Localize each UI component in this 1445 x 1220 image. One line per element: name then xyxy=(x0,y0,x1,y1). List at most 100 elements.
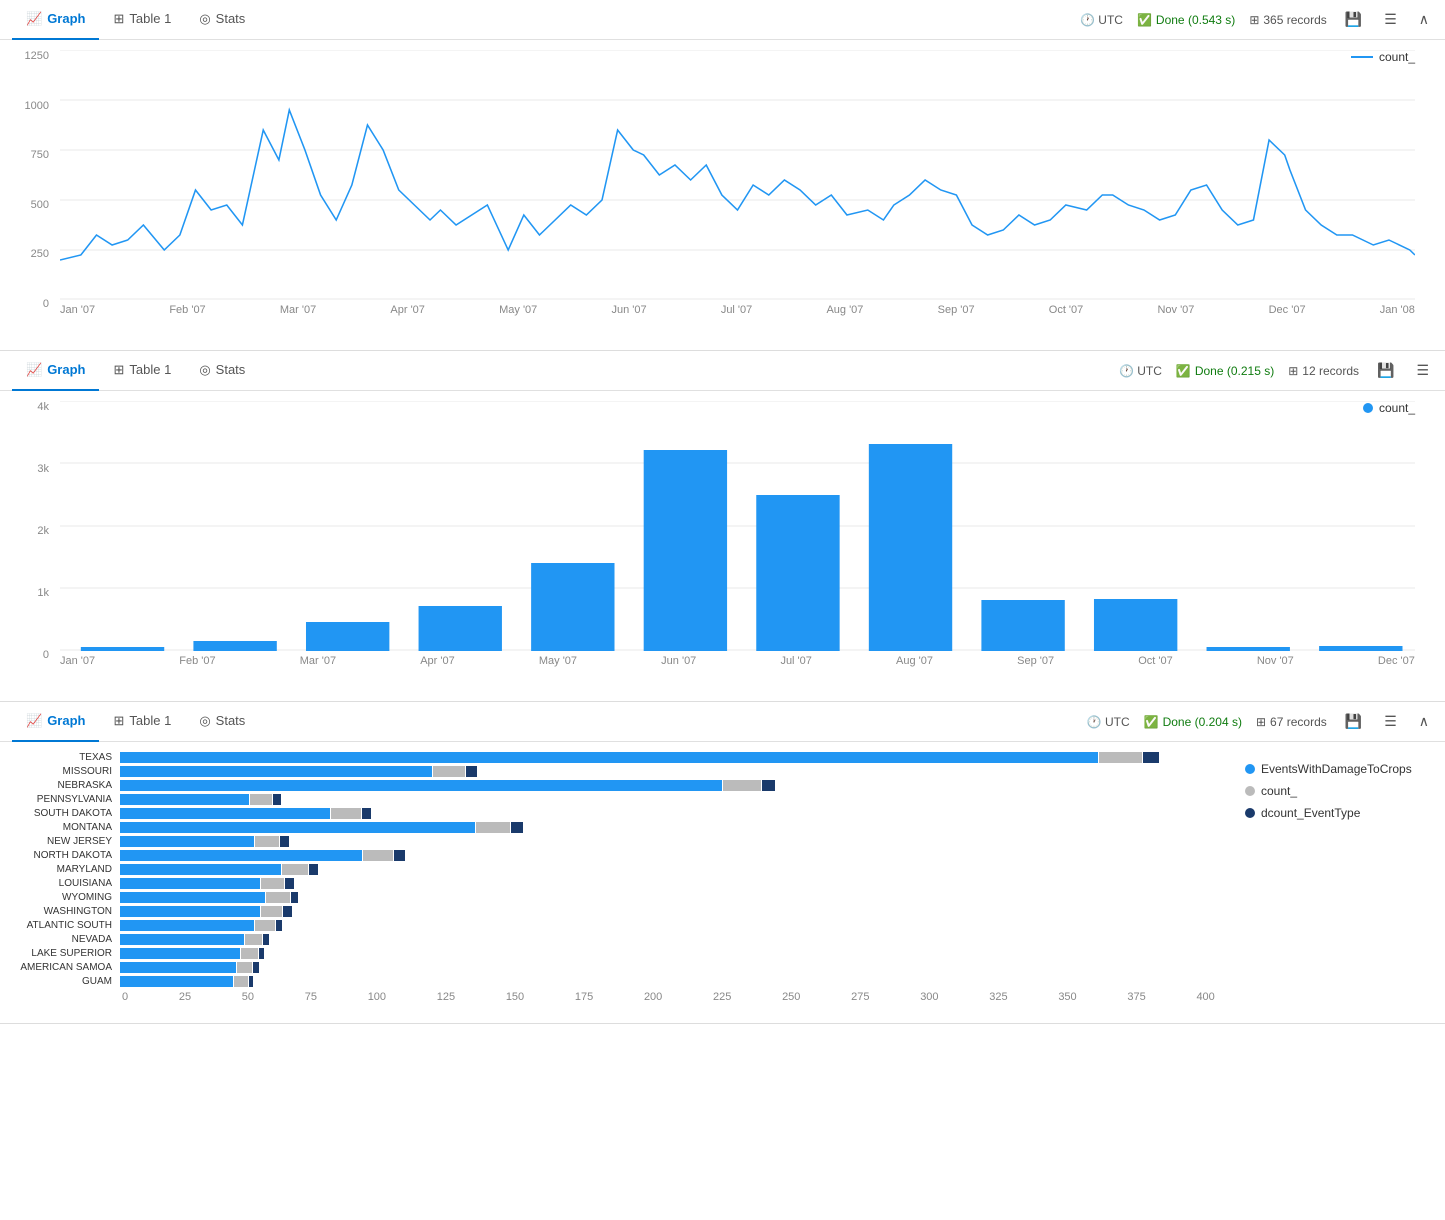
hbar-legend-label-3: dcount_EventType xyxy=(1261,806,1360,820)
panel-2-chart: count_ 0 1k 2k 3k 4k xyxy=(0,391,1445,701)
line-chart-svg-1 xyxy=(60,50,1415,300)
hbar-row: WASHINGTON xyxy=(10,906,1235,917)
panel-1-tabs: 📈 Graph ⊞ Table 1 ◎ Stats xyxy=(12,0,259,40)
hbar-chart-area: TEXAS MISSOURI NEBRASKA PENNSYLVANIA SOUTH D… xyxy=(0,752,1235,1003)
panel-3-header-right: 🕐 UTC ✅ Done (0.204 s) ⊞ 67 records 💾 ☰ … xyxy=(1087,711,1433,732)
legend-dot-2 xyxy=(1363,403,1373,413)
stats-icon-1: ◎ xyxy=(199,11,210,27)
hbar-legend-item-1: EventsWithDamageToCrops xyxy=(1245,762,1445,776)
tab-table-1[interactable]: ⊞ Table 1 xyxy=(99,0,185,40)
hbar-legend-dot-3 xyxy=(1245,808,1255,818)
hbar-row: AMERICAN SAMOA xyxy=(10,962,1235,973)
collapse-1[interactable]: ∧ xyxy=(1415,9,1433,30)
tab-graph-3[interactable]: 📈 Graph xyxy=(12,702,99,742)
tab-stats-3[interactable]: ◎ Stats xyxy=(185,702,259,742)
panel-2-header: 📈 Graph ⊞ Table 1 ◎ Stats 🕐 UTC ✅ Done (… xyxy=(0,351,1445,391)
hbar-row: PENNSYLVANIA xyxy=(10,794,1235,805)
chart-legend-2: count_ xyxy=(1363,401,1415,415)
hbar-row: NEVADA xyxy=(10,934,1235,945)
save-button-3[interactable]: 💾 xyxy=(1341,711,1366,732)
save-button-1[interactable]: 💾 xyxy=(1341,9,1366,30)
hbar-row: SOUTH DAKOTA xyxy=(10,808,1235,819)
view-options-2[interactable]: ☰ xyxy=(1412,360,1433,381)
tab-table-label-2: Table 1 xyxy=(129,362,171,377)
panel-2: 📈 Graph ⊞ Table 1 ◎ Stats 🕐 UTC ✅ Done (… xyxy=(0,351,1445,702)
hbar-row: MISSOURI xyxy=(10,766,1235,777)
tab-stats-label-2: Stats xyxy=(216,362,246,377)
hbar-legend: EventsWithDamageToCrops count_ dcount_Ev… xyxy=(1245,752,1445,1003)
panel-3-tabs: 📈 Graph ⊞ Table 1 ◎ Stats xyxy=(12,702,259,742)
hbar-row: MONTANA xyxy=(10,822,1235,833)
tab-graph-label-1: Graph xyxy=(47,11,85,26)
utc-badge-3: 🕐 UTC xyxy=(1087,715,1130,729)
panel-3: 📈 Graph ⊞ Table 1 ◎ Stats 🕐 UTC ✅ Done (… xyxy=(0,702,1445,1024)
hbar-x-axis: 0 25 50 75 100 125 150 175 200 225 250 2… xyxy=(10,991,1235,1003)
status-badge-3: ✅ Done (0.204 s) xyxy=(1144,715,1242,729)
collapse-3[interactable]: ∧ xyxy=(1415,711,1433,732)
stats-icon-3: ◎ xyxy=(199,713,210,729)
records-badge-1: ⊞ 365 records xyxy=(1249,13,1326,27)
hbar-row: LOUISIANA xyxy=(10,878,1235,889)
graph-icon-1: 📈 xyxy=(26,11,42,27)
hbar-row: NEW JERSEY xyxy=(10,836,1235,847)
tab-table-label-1: Table 1 xyxy=(129,11,171,26)
table-icon-3: ⊞ xyxy=(113,713,124,729)
stats-icon-2: ◎ xyxy=(199,362,210,378)
hbar-legend-dot-1 xyxy=(1245,764,1255,774)
tab-stats-label-3: Stats xyxy=(216,713,246,728)
utc-badge-1: 🕐 UTC xyxy=(1080,13,1123,27)
panel-3-header: 📈 Graph ⊞ Table 1 ◎ Stats 🕐 UTC ✅ Done (… xyxy=(0,702,1445,742)
graph-icon-2: 📈 xyxy=(26,362,42,378)
tab-stats-label-1: Stats xyxy=(216,11,246,26)
hbar-legend-label-1: EventsWithDamageToCrops xyxy=(1261,762,1412,776)
panel-1-header-right: 🕐 UTC ✅ Done (0.543 s) ⊞ 365 records 💾 ☰… xyxy=(1080,9,1433,30)
hbar-legend-dot-2 xyxy=(1245,786,1255,796)
y-axis-2: 0 1k 2k 3k 4k xyxy=(0,401,55,661)
hbar-row: MARYLAND xyxy=(10,864,1235,875)
tab-table-3[interactable]: ⊞ Table 1 xyxy=(99,702,185,742)
tab-table-2[interactable]: ⊞ Table 1 xyxy=(99,351,185,391)
hbar-row: ATLANTIC SOUTH xyxy=(10,920,1235,931)
status-badge-1: ✅ Done (0.543 s) xyxy=(1137,13,1235,27)
panel-1: 📈 Graph ⊞ Table 1 ◎ Stats 🕐 UTC ✅ Done (… xyxy=(0,0,1445,351)
legend-label-1: count_ xyxy=(1379,50,1415,64)
tab-graph-label-3: Graph xyxy=(47,713,85,728)
tab-stats-2[interactable]: ◎ Stats xyxy=(185,351,259,391)
status-badge-2: ✅ Done (0.215 s) xyxy=(1176,364,1274,378)
hbar-row: NEBRASKA xyxy=(10,780,1235,791)
panel-3-chart: TEXAS MISSOURI NEBRASKA PENNSYLVANIA SOUTH D… xyxy=(0,742,1445,1023)
hbar-row: WYOMING xyxy=(10,892,1235,903)
tab-graph-label-2: Graph xyxy=(47,362,85,377)
graph-icon-3: 📈 xyxy=(26,713,42,729)
hbar-legend-item-2: count_ xyxy=(1245,784,1445,798)
legend-label-2: count_ xyxy=(1379,401,1415,415)
tab-graph-1[interactable]: 📈 Graph xyxy=(12,0,99,40)
tab-table-label-3: Table 1 xyxy=(129,713,171,728)
view-options-1[interactable]: ☰ xyxy=(1380,9,1401,30)
table-icon-2: ⊞ xyxy=(113,362,124,378)
records-badge-3: ⊞ 67 records xyxy=(1256,715,1327,729)
hbar-row: GUAM xyxy=(10,976,1235,987)
table-icon-1: ⊞ xyxy=(113,11,124,27)
save-button-2[interactable]: 💾 xyxy=(1373,360,1398,381)
hbar-legend-item-3: dcount_EventType xyxy=(1245,806,1445,820)
tab-graph-2[interactable]: 📈 Graph xyxy=(12,351,99,391)
x-axis-2: Jan '07 Feb '07 Mar '07 Apr '07 May '07 … xyxy=(60,651,1415,667)
x-axis-1: Jan '07 Feb '07 Mar '07 Apr '07 May '07 … xyxy=(60,300,1415,316)
view-options-3[interactable]: ☰ xyxy=(1380,711,1401,732)
chart-legend-1: count_ xyxy=(1351,50,1415,64)
hbar-row: TEXAS xyxy=(10,752,1235,763)
tab-stats-1[interactable]: ◎ Stats xyxy=(185,0,259,40)
legend-line-1 xyxy=(1351,56,1373,58)
records-badge-2: ⊞ 12 records xyxy=(1288,364,1359,378)
hbar-row: LAKE SUPERIOR xyxy=(10,948,1235,959)
y-axis-1: 0 250 500 750 1000 1250 xyxy=(0,50,55,310)
panel-2-header-right: 🕐 UTC ✅ Done (0.215 s) ⊞ 12 records 💾 ☰ xyxy=(1119,360,1433,381)
utc-badge-2: 🕐 UTC xyxy=(1119,364,1162,378)
panel-1-header: 📈 Graph ⊞ Table 1 ◎ Stats 🕐 UTC ✅ Done (… xyxy=(0,0,1445,40)
panel-2-tabs: 📈 Graph ⊞ Table 1 ◎ Stats xyxy=(12,351,259,391)
hbar-row: NORTH DAKOTA xyxy=(10,850,1235,861)
hbar-legend-label-2: count_ xyxy=(1261,784,1297,798)
hbar-rows: TEXAS MISSOURI NEBRASKA PENNSYLVANIA SOUTH D… xyxy=(10,752,1235,987)
bar-chart-svg-2 xyxy=(60,401,1415,651)
